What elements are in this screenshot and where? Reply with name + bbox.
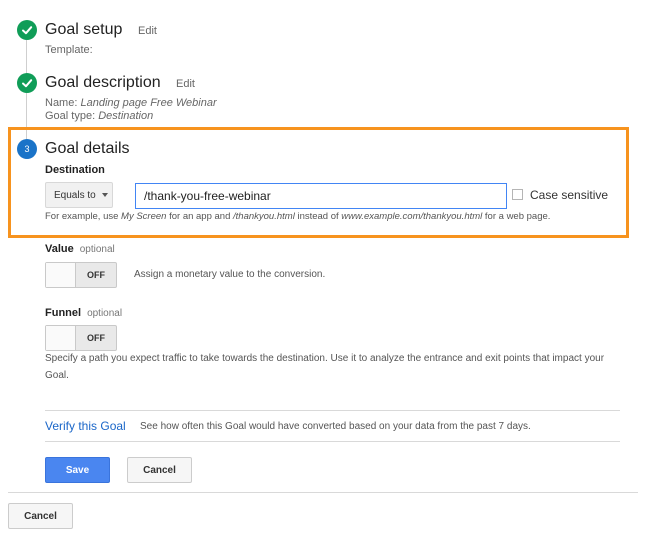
hint-example-path: /thankyou.html — [233, 211, 295, 222]
divider-bottom — [45, 441, 620, 442]
cancel-button[interactable]: Cancel — [127, 457, 192, 483]
hint-part-3: instead of — [294, 211, 342, 222]
hint-example-app: My Screen — [121, 211, 167, 222]
section-divider — [8, 492, 638, 493]
template-label: Template: — [45, 44, 93, 56]
value-label: Value — [45, 243, 74, 255]
step-3-title: Goal details — [45, 140, 130, 157]
step-2-edit-link[interactable]: Edit — [176, 78, 195, 90]
step-2-title: Goal description — [45, 74, 161, 91]
funnel-label-line: Funnel optional — [45, 307, 122, 319]
step-3-number: 3 — [24, 144, 30, 154]
goal-name-label: Name: — [45, 97, 78, 109]
divider-top — [45, 410, 620, 411]
verify-goal-link[interactable]: Verify this Goal — [45, 419, 126, 433]
step-1-edit-link[interactable]: Edit — [138, 25, 157, 37]
funnel-label: Funnel — [45, 307, 82, 319]
destination-input[interactable] — [135, 183, 507, 209]
goal-setup-page: Goal setup Edit Template: Goal descripti… — [0, 0, 652, 550]
step-2-check-icon — [17, 73, 37, 93]
step-1-title: Goal setup — [45, 21, 123, 38]
value-toggle-state: OFF — [87, 270, 105, 280]
case-sensitive-label: Case sensitive — [530, 188, 609, 202]
match-type-value: Equals to — [54, 189, 96, 201]
hint-part-2: for an app and — [166, 211, 234, 222]
value-label-line: Value optional — [45, 243, 115, 255]
goal-type-label: Goal type: — [45, 110, 96, 122]
value-toggle-knob — [46, 263, 76, 287]
hint-example-url: www.example.com/thankyou.html — [341, 211, 483, 222]
value-optional-label: optional — [79, 244, 115, 255]
save-button[interactable]: Save — [45, 457, 110, 483]
destination-label: Destination — [45, 164, 105, 176]
destination-hint: For example, use My Screen for an app an… — [45, 211, 550, 222]
goal-type-value: Destination — [98, 110, 154, 122]
funnel-optional-label: optional — [87, 308, 123, 319]
goal-name-line: Name: Landing page Free Webinar — [45, 97, 217, 109]
funnel-description: Specify a path you expect traffic to tak… — [45, 353, 605, 381]
match-type-dropdown[interactable]: Equals to — [45, 182, 113, 208]
caret-down-icon — [101, 193, 108, 197]
goal-name-value: Landing page Free Webinar — [80, 97, 217, 109]
goal-type-line: Goal type: Destination — [45, 110, 153, 122]
step-1-check-icon — [17, 20, 37, 40]
hint-part-1: For example, use — [45, 211, 122, 222]
funnel-toggle[interactable]: OFF — [45, 325, 117, 351]
funnel-toggle-knob — [46, 326, 76, 350]
cancel-outer-button[interactable]: Cancel — [8, 503, 73, 529]
step-3-number-badge: 3 — [17, 139, 37, 159]
case-sensitive-checkbox[interactable] — [512, 189, 523, 200]
value-description: Assign a monetary value to the conversio… — [134, 269, 326, 280]
verify-description: See how often this Goal would have conve… — [140, 421, 531, 432]
funnel-toggle-state: OFF — [87, 333, 105, 343]
hint-part-4: for a web page. — [482, 211, 551, 222]
value-toggle[interactable]: OFF — [45, 262, 117, 288]
